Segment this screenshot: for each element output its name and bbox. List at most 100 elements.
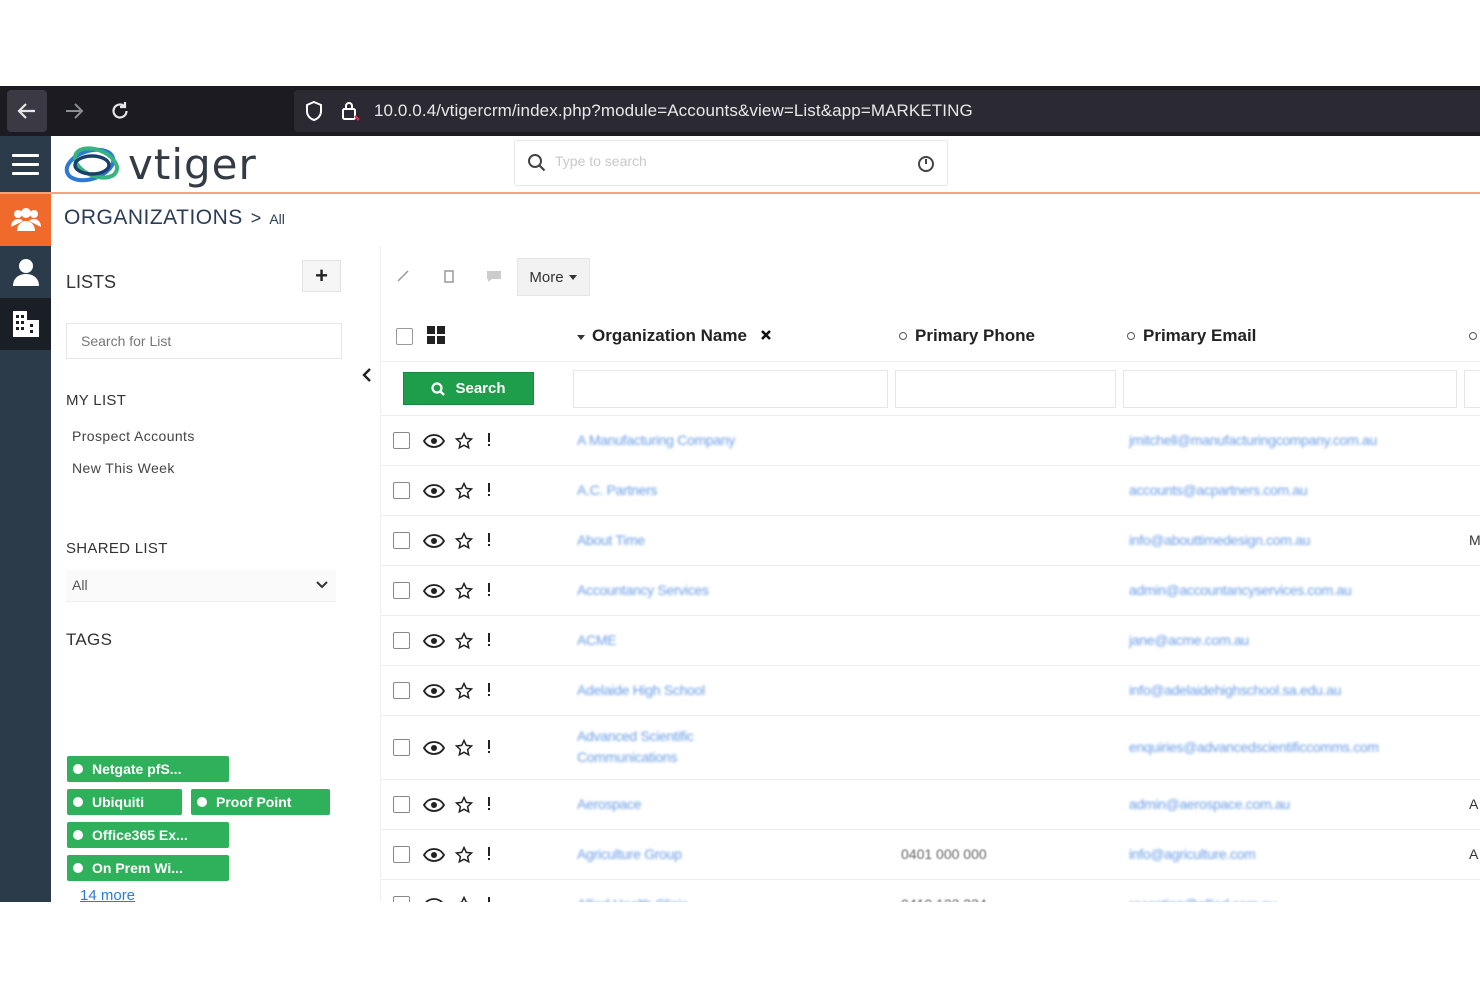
cell-primary-email[interactable]: info@adelaidehighschool.sa.edu.au xyxy=(1129,682,1341,698)
row-checkbox[interactable] xyxy=(393,896,410,902)
back-button[interactable] xyxy=(7,90,47,132)
cell-organization-name[interactable]: Allied Health Clinic xyxy=(577,896,688,902)
star-icon[interactable] xyxy=(455,532,473,550)
shield-icon[interactable] xyxy=(304,100,324,122)
rail-contacts[interactable] xyxy=(0,246,51,298)
star-icon[interactable] xyxy=(455,582,473,600)
filter-next[interactable] xyxy=(1464,370,1480,408)
table-row[interactable]: Advanced Scientific Communications enquiri… xyxy=(381,716,1480,780)
cell-organization-name[interactable]: ACME xyxy=(577,632,617,648)
cell-organization-name[interactable]: Advanced Scientific xyxy=(577,728,694,744)
star-icon[interactable] xyxy=(455,632,473,650)
rail-marketing[interactable] xyxy=(0,194,51,246)
star-icon[interactable] xyxy=(455,896,473,902)
eye-icon[interactable] xyxy=(423,634,445,648)
filter-organization-name[interactable] xyxy=(573,370,888,408)
add-list-button[interactable]: + xyxy=(302,260,341,292)
delete-icon[interactable] xyxy=(443,268,455,284)
tag-on-prem[interactable]: On Prem Wi... xyxy=(67,855,229,881)
search-button[interactable]: Search xyxy=(403,372,534,405)
cell-primary-email[interactable]: jmitchell@manufacturingcompany.com.au xyxy=(1129,432,1377,448)
eye-icon[interactable] xyxy=(423,848,445,862)
reload-button[interactable] xyxy=(100,90,140,132)
row-checkbox[interactable] xyxy=(393,739,410,756)
cell-primary-email[interactable]: jane@acme.com.au xyxy=(1129,632,1249,648)
vtiger-logo[interactable]: vtiger xyxy=(62,138,257,190)
row-checkbox[interactable] xyxy=(393,532,410,549)
lock-warning-icon[interactable] xyxy=(340,100,360,122)
eye-icon[interactable] xyxy=(423,741,445,755)
table-row[interactable]: Allied Health Clinic 0410 123 234 receptio… xyxy=(381,880,1480,902)
row-checkbox[interactable] xyxy=(393,796,410,813)
table-row[interactable]: Accountancy Services admin@accountancyser… xyxy=(381,566,1480,616)
table-row[interactable]: About Time info@abouttimedesign.com.au M xyxy=(381,516,1480,566)
table-row[interactable]: Aerospace admin@aerospace.com.au A xyxy=(381,780,1480,830)
row-checkbox[interactable] xyxy=(393,582,410,599)
menu-button[interactable] xyxy=(0,136,51,192)
list-search-input[interactable] xyxy=(66,323,342,359)
tag-netgate[interactable]: Netgate pfS... xyxy=(67,756,229,782)
cell-organization-name[interactable]: Adelaide High School xyxy=(577,682,705,698)
more-vertical-icon[interactable] xyxy=(486,532,492,548)
tag-proof-point[interactable]: Proof Point xyxy=(191,789,330,815)
row-checkbox[interactable] xyxy=(393,432,410,449)
cell-organization-name[interactable]: A Manufacturing Company xyxy=(577,432,735,448)
advanced-search-icon[interactable] xyxy=(917,155,935,173)
eye-icon[interactable] xyxy=(423,534,445,548)
star-icon[interactable] xyxy=(455,432,473,450)
eye-icon[interactable] xyxy=(423,684,445,698)
tag-ubiquiti[interactable]: Ubiquiti xyxy=(67,789,182,815)
row-checkbox[interactable] xyxy=(393,682,410,699)
cell-primary-email[interactable]: accounts@acpartners.com.au xyxy=(1129,482,1308,498)
collapse-sidebar-icon[interactable] xyxy=(360,366,374,389)
star-icon[interactable] xyxy=(455,796,473,814)
address-bar[interactable]: 10.0.0.4/vtigercrm/index.php?module=Acco… xyxy=(294,90,1480,132)
cell-organization-name[interactable]: Accountancy Services xyxy=(577,582,709,598)
star-icon[interactable] xyxy=(455,739,473,757)
cell-primary-email[interactable]: admin@aerospace.com.au xyxy=(1129,796,1290,812)
forward-button[interactable] xyxy=(54,90,94,132)
more-vertical-icon[interactable] xyxy=(486,482,492,498)
shared-list-select[interactable]: All xyxy=(66,570,336,602)
more-actions-button[interactable]: More xyxy=(517,258,590,296)
cell-primary-email[interactable]: admin@accountancyservices.com.au xyxy=(1129,582,1352,598)
select-all-checkbox[interactable] xyxy=(396,328,413,345)
cell-primary-email[interactable]: enquiries@advancedscientificcomms.com xyxy=(1129,739,1379,755)
row-checkbox[interactable] xyxy=(393,846,410,863)
more-vertical-icon[interactable] xyxy=(486,432,492,448)
cell-organization-name-line2[interactable]: Communications xyxy=(577,749,677,765)
cell-organization-name[interactable]: A.C. Partners xyxy=(577,482,657,498)
col-primary-phone[interactable]: Primary Phone xyxy=(899,326,1035,346)
cell-primary-email[interactable]: info@abouttimedesign.com.au xyxy=(1129,532,1311,548)
column-grid-icon[interactable] xyxy=(427,326,445,344)
more-vertical-icon[interactable] xyxy=(486,582,492,598)
star-icon[interactable] xyxy=(455,682,473,700)
edit-icon[interactable] xyxy=(395,268,411,284)
more-vertical-icon[interactable] xyxy=(486,846,492,862)
rail-organizations[interactable] xyxy=(0,298,51,350)
global-search-input[interactable] xyxy=(555,153,895,169)
table-row[interactable]: Agriculture Group 0401 000 000 info@agricu… xyxy=(381,830,1480,880)
more-vertical-icon[interactable] xyxy=(486,632,492,648)
eye-icon[interactable] xyxy=(423,434,445,448)
cell-primary-email[interactable]: reception@allied.com.au xyxy=(1129,896,1277,902)
breadcrumb-module[interactable]: ORGANIZATIONS xyxy=(64,206,243,230)
remove-sort-icon[interactable] xyxy=(760,329,772,341)
star-icon[interactable] xyxy=(455,482,473,500)
table-row[interactable]: Adelaide High School info@adelaidehighsch… xyxy=(381,666,1480,716)
col-primary-email[interactable]: Primary Email xyxy=(1127,326,1256,346)
more-vertical-icon[interactable] xyxy=(486,739,492,755)
filter-primary-email[interactable] xyxy=(1123,370,1457,408)
eye-icon[interactable] xyxy=(423,798,445,812)
more-vertical-icon[interactable] xyxy=(486,682,492,698)
table-row[interactable]: A Manufacturing Company jmitchell@manufac… xyxy=(381,416,1480,466)
cell-organization-name[interactable]: Aerospace xyxy=(577,796,642,812)
table-row[interactable]: A.C. Partners accounts@acpartners.com.au xyxy=(381,466,1480,516)
eye-icon[interactable] xyxy=(423,584,445,598)
star-icon[interactable] xyxy=(455,846,473,864)
cell-organization-name[interactable]: About Time xyxy=(577,532,645,548)
cell-primary-email[interactable]: info@agriculture.com xyxy=(1129,846,1256,862)
filter-primary-phone[interactable] xyxy=(895,370,1116,408)
more-vertical-icon[interactable] xyxy=(486,796,492,812)
my-list-item-prospect[interactable]: Prospect Accounts xyxy=(72,428,195,444)
